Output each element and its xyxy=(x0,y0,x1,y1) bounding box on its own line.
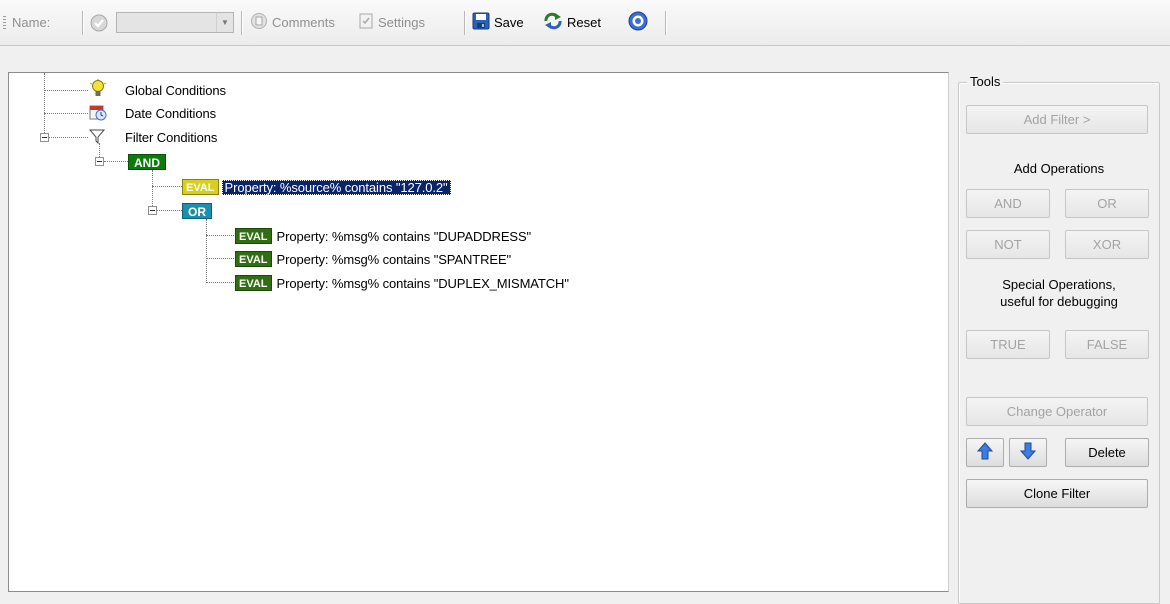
tree-line xyxy=(104,161,128,162)
tree-node-label: Property: %source% contains "127.0.2" xyxy=(221,179,451,195)
tree-node-eval-dupaddress[interactable]: EVAL Property: %msg% contains "DUPADDRES… xyxy=(235,226,531,246)
tree-node-and[interactable]: AND xyxy=(128,152,166,172)
filter-tree[interactable]: Global Conditions Date Conditions Filter… xyxy=(8,72,949,592)
collapse-toggle-and[interactable] xyxy=(95,157,104,166)
false-button[interactable]: FALSE xyxy=(1065,330,1149,359)
check-icon xyxy=(90,0,108,45)
xor-button[interactable]: XOR xyxy=(1065,230,1149,259)
tree-line xyxy=(152,186,182,187)
tree-node-eval-spantree[interactable]: EVAL Property: %msg% contains "SPANTREE" xyxy=(235,249,511,269)
or-badge: OR xyxy=(182,203,212,219)
add-filter-button[interactable]: Add Filter > xyxy=(966,105,1148,134)
tree-node-eval-duplex-mismatch[interactable]: EVAL Property: %msg% contains "DUPLEX_MI… xyxy=(235,273,569,293)
calendar-icon xyxy=(89,103,109,124)
tools-groupbox: Tools Add Filter > Add Operations AND OR… xyxy=(958,74,1160,604)
funnel-icon xyxy=(88,128,109,147)
comments-icon xyxy=(250,12,268,33)
clone-filter-button[interactable]: Clone Filter xyxy=(966,479,1148,508)
tree-line xyxy=(157,210,182,211)
tree-item-label: Filter Conditions xyxy=(125,129,218,145)
toolbar-separator xyxy=(665,11,666,35)
tree-item-filter-conditions[interactable]: Filter Conditions xyxy=(88,127,218,147)
tree-item-label: Global Conditions xyxy=(125,82,226,98)
eval-badge: EVAL xyxy=(182,179,219,195)
reset-label: Reset xyxy=(567,15,601,30)
eval-badge: EVAL xyxy=(235,228,272,244)
eval-badge: EVAL xyxy=(235,275,272,291)
toolbar-separator xyxy=(464,11,465,35)
eval-badge: EVAL xyxy=(235,251,272,267)
comments-label: Comments xyxy=(272,15,335,30)
tree-item-label: Date Conditions xyxy=(125,105,216,121)
help-icon xyxy=(628,11,648,34)
arrow-down-icon xyxy=(1019,442,1037,463)
and-button[interactable]: AND xyxy=(966,189,1050,218)
special-operations-label: Special Operations, xyxy=(1002,277,1116,292)
tree-line xyxy=(44,113,88,114)
tree-node-label: Property: %msg% contains "DUPLEX_MISMATC… xyxy=(276,275,569,291)
save-button[interactable]: Save xyxy=(472,0,524,45)
move-up-button[interactable] xyxy=(966,438,1004,467)
arrow-up-icon xyxy=(976,442,994,463)
tree-line xyxy=(206,282,234,283)
toolbar-grip[interactable] xyxy=(3,16,6,30)
not-button[interactable]: NOT xyxy=(966,230,1050,259)
true-button[interactable]: TRUE xyxy=(966,330,1050,359)
tree-item-date-conditions[interactable]: Date Conditions xyxy=(89,103,216,123)
chevron-down-icon[interactable]: ▼ xyxy=(216,13,233,32)
tree-line xyxy=(206,219,207,283)
tree-node-label: Property: %msg% contains "SPANTREE" xyxy=(276,251,512,267)
toolbar-separator xyxy=(82,11,83,35)
tree-line xyxy=(44,90,88,91)
lightbulb-icon xyxy=(89,79,109,101)
tree-line xyxy=(49,137,88,138)
tree-line xyxy=(206,258,234,259)
move-down-button[interactable] xyxy=(1009,438,1047,467)
tools-panel: Tools Add Filter > Add Operations AND OR… xyxy=(952,72,1170,604)
tree-node-or[interactable]: OR xyxy=(182,201,212,221)
comments-button[interactable]: Comments xyxy=(250,0,335,45)
settings-label: Settings xyxy=(378,15,425,30)
or-button[interactable]: OR xyxy=(1065,189,1149,218)
tree-item-global-conditions[interactable]: Global Conditions xyxy=(89,79,226,101)
floppy-disk-icon xyxy=(472,12,490,33)
toolbar: Name: ▼ Comments Settings Save Reset xyxy=(0,0,1170,46)
add-operations-label: Add Operations xyxy=(1013,161,1105,176)
tools-caption: Tools xyxy=(967,74,1004,89)
save-label: Save xyxy=(494,15,524,30)
change-operator-button[interactable]: Change Operator xyxy=(966,397,1148,426)
name-label: Name: xyxy=(12,15,51,30)
tree-node-eval-source[interactable]: EVAL Property: %source% contains "127.0.… xyxy=(182,177,451,197)
help-button[interactable] xyxy=(628,0,648,45)
collapse-toggle-or[interactable] xyxy=(148,206,157,215)
tree-line xyxy=(206,235,234,236)
settings-icon xyxy=(358,12,374,33)
refresh-icon xyxy=(543,12,563,33)
settings-button[interactable]: Settings xyxy=(358,0,425,45)
and-badge: AND xyxy=(128,154,166,170)
tree-node-label: Property: %msg% contains "DUPADDRESS" xyxy=(276,228,532,244)
tree-line xyxy=(152,170,153,206)
name-combobox[interactable]: ▼ xyxy=(116,12,234,33)
collapse-toggle-filter-conditions[interactable] xyxy=(40,133,49,142)
reset-button[interactable]: Reset xyxy=(543,0,601,45)
delete-button[interactable]: Delete xyxy=(1065,438,1149,467)
special-operations-sublabel: useful for debugging xyxy=(1000,294,1118,309)
tree-line xyxy=(44,73,45,139)
toolbar-separator xyxy=(241,11,242,35)
